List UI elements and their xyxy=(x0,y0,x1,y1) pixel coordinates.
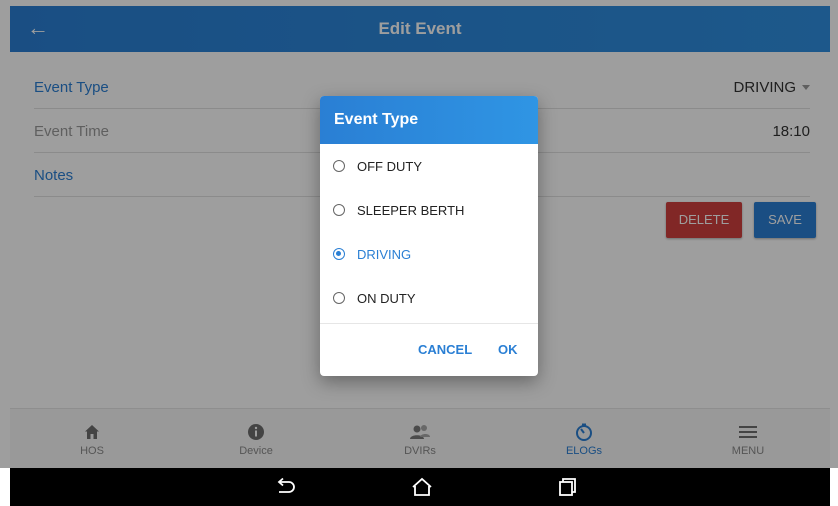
cancel-button[interactable]: CANCEL xyxy=(418,342,472,357)
option-on-duty[interactable]: ON DUTY xyxy=(320,276,538,320)
radio-unchecked-icon[interactable] xyxy=(333,292,345,304)
system-navigation-bar xyxy=(10,468,830,506)
option-label: SLEEPER BERTH xyxy=(357,202,465,218)
dialog-actions: CANCEL OK xyxy=(320,323,538,376)
ok-button[interactable]: OK xyxy=(498,342,518,357)
option-off-duty[interactable]: OFF DUTY xyxy=(320,144,538,188)
radio-unchecked-icon[interactable] xyxy=(333,160,345,172)
radio-checked-icon[interactable] xyxy=(333,248,345,260)
option-label: DRIVING xyxy=(357,246,412,262)
option-sleeper-berth[interactable]: SLEEPER BERTH xyxy=(320,188,538,232)
radio-unchecked-icon[interactable] xyxy=(333,204,345,216)
system-back-icon[interactable] xyxy=(274,477,298,497)
option-driving[interactable]: DRIVING xyxy=(320,232,538,276)
system-home-icon[interactable] xyxy=(410,477,434,497)
system-recents-icon[interactable] xyxy=(555,477,579,497)
option-label: OFF DUTY xyxy=(357,158,422,174)
dialog-title: Event Type xyxy=(320,96,538,144)
event-type-dialog: Event Type OFF DUTY SLEEPER BERTH DRIVIN… xyxy=(320,96,538,376)
option-label: ON DUTY xyxy=(357,290,416,306)
